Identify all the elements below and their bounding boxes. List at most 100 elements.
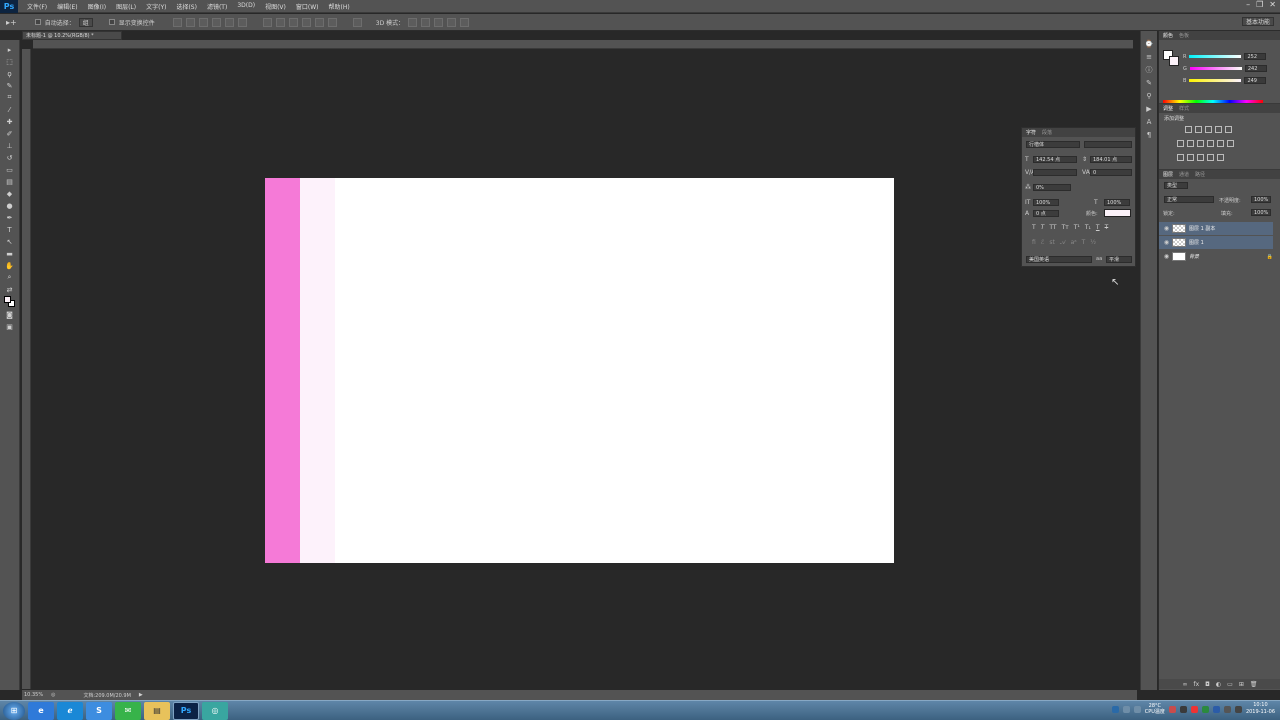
distribute-left-button[interactable] [301, 17, 311, 27]
swash-icon[interactable]: 𝒜 [1060, 239, 1066, 247]
dodge-tool-icon[interactable]: ● [4, 200, 16, 211]
leading-field[interactable]: 184.01 点 [1090, 156, 1132, 163]
explorer-app-icon[interactable]: ▤ [144, 701, 170, 720]
tray-speaker-icon[interactable] [1234, 705, 1242, 713]
background-swatch[interactable] [1169, 56, 1179, 66]
new-layer-icon[interactable]: ⊞ [1239, 681, 1244, 688]
info-icon[interactable]: ⓘ [1145, 65, 1154, 74]
scale-3d-button[interactable] [460, 17, 470, 27]
minimize-button[interactable]: – [1246, 0, 1250, 9]
menu-item[interactable]: 图像(I) [83, 2, 111, 11]
link-layers-icon[interactable]: ∞ [1183, 681, 1188, 688]
layer-row[interactable]: ◉ 背景 🔒 [1159, 250, 1273, 263]
tray-antivirus-icon[interactable] [1168, 705, 1176, 713]
eyedropper-tool-icon[interactable]: ⁄ [4, 104, 16, 115]
menu-item[interactable]: 文字(Y) [141, 2, 171, 11]
status-menu-arrow-icon[interactable]: ▶ [139, 692, 143, 698]
opacity-field[interactable]: 100% [1251, 196, 1271, 203]
levels-icon[interactable] [1195, 126, 1202, 133]
eye-icon[interactable]: ◉ [1164, 253, 1169, 260]
all-caps-icon[interactable]: TT [1049, 224, 1056, 231]
tray-alert-icon[interactable] [1190, 705, 1198, 713]
zoom-level[interactable]: 10.35% [24, 692, 43, 698]
fractions-icon[interactable]: ½ [1090, 239, 1096, 247]
horizontal-scale-field[interactable]: 100% [1104, 199, 1130, 206]
close-button[interactable]: ✕ [1269, 0, 1276, 9]
rotate-3d-button[interactable] [408, 17, 418, 27]
tray-ime-icon[interactable] [1212, 705, 1220, 713]
posterize-icon[interactable] [1187, 154, 1194, 161]
marquee-tool-icon[interactable]: ⬚ [4, 56, 16, 67]
tab-paths[interactable]: 路径 [1195, 171, 1205, 178]
foreground-color-swatch[interactable] [3, 296, 11, 303]
photoshop-app-icon[interactable]: Ps [173, 701, 199, 720]
gradient-map-icon[interactable] [1207, 154, 1214, 161]
actions-icon[interactable]: ▶ [1145, 104, 1154, 113]
align-right-button[interactable] [237, 17, 247, 27]
slide-3d-button[interactable] [447, 17, 457, 27]
selective-color-icon[interactable] [1217, 154, 1224, 161]
distribute-vcenter-button[interactable] [275, 17, 285, 27]
invert-icon[interactable] [1177, 154, 1184, 161]
roll-3d-button[interactable] [421, 17, 431, 27]
exposure-icon[interactable] [1215, 126, 1222, 133]
clone-stamp-tool-icon[interactable]: ⊥ [4, 140, 16, 151]
layer-style-icon[interactable]: fx [1194, 681, 1200, 688]
text-color-swatch[interactable] [1104, 209, 1131, 217]
menu-item[interactable]: 帮助(H) [324, 2, 355, 11]
tab-styles[interactable]: 样式 [1179, 105, 1189, 112]
baseline-shift-field[interactable]: 0 点 [1033, 210, 1059, 217]
quick-select-tool-icon[interactable]: ✎ [4, 80, 16, 91]
tray-network-icon[interactable] [1111, 705, 1119, 713]
faux-bold-icon[interactable]: T [1032, 224, 1036, 231]
ruler-top[interactable] [33, 40, 1133, 49]
tray-volume-icon[interactable] [1122, 705, 1130, 713]
move-tool-icon[interactable]: ▸ [4, 44, 16, 55]
new-adjustment-icon[interactable]: ◐ [1216, 681, 1221, 688]
show-transform-checkbox[interactable] [108, 19, 115, 25]
paragraph-icon[interactable]: ¶ [1145, 130, 1154, 139]
brush-tool-icon[interactable]: ✐ [4, 128, 16, 139]
fill-field[interactable]: 100% [1251, 209, 1271, 216]
blur-tool-icon[interactable]: ◆ [4, 188, 16, 199]
photoshop-logo[interactable]: Ps [0, 0, 18, 13]
history-brush-tool-icon[interactable]: ↺ [4, 152, 16, 163]
strikethrough-icon[interactable]: T [1105, 224, 1109, 231]
distribute-bottom-button[interactable] [288, 17, 298, 27]
properties-icon[interactable]: ≡ [1145, 52, 1154, 61]
tab-character[interactable]: 字符 [1026, 129, 1036, 136]
tray-display-icon[interactable] [1223, 705, 1231, 713]
faux-italic-icon[interactable]: T [1041, 224, 1045, 231]
ligature-icon[interactable]: fi [1032, 239, 1036, 247]
green-slider[interactable] [1189, 67, 1242, 70]
character-icon[interactable]: A [1145, 117, 1154, 126]
layer-row[interactable]: ◉ 图层 1 副本 [1159, 222, 1273, 235]
status-options-icon[interactable]: ◎ [51, 692, 55, 698]
screen-recorder-app-icon[interactable]: ◎ [202, 701, 228, 720]
eye-icon[interactable]: ◉ [1164, 225, 1169, 232]
tab-channels[interactable]: 通道 [1179, 171, 1189, 178]
antialias-dropdown[interactable]: 平滑 [1106, 256, 1132, 263]
menu-item[interactable]: 滤镜(T) [202, 2, 232, 11]
clock[interactable]: 10:10 2019-11-06 [1246, 702, 1275, 716]
pen-tool-icon[interactable]: ✒ [4, 212, 16, 223]
screen-mode-icon[interactable]: ▣ [4, 321, 16, 332]
type-tool-icon[interactable]: T [4, 224, 16, 235]
language-dropdown[interactable]: 美国英语 [1026, 256, 1092, 263]
quick-mask-icon[interactable]: ◙ [4, 309, 16, 320]
wechat-app-icon[interactable]: ✉ [115, 701, 141, 720]
small-caps-icon[interactable]: Tт [1062, 224, 1069, 231]
black-white-icon[interactable] [1197, 140, 1204, 147]
channel-mixer-icon[interactable] [1217, 140, 1224, 147]
auto-align-button[interactable] [352, 17, 362, 27]
brush-presets-icon[interactable]: ✎ [1145, 78, 1154, 87]
blue-value[interactable]: 249 [1244, 77, 1267, 84]
tab-adjustments[interactable]: 调整 [1163, 105, 1173, 112]
red-value[interactable]: 252 [1244, 53, 1267, 60]
ruler-left[interactable] [22, 49, 31, 689]
drag-3d-button[interactable] [434, 17, 444, 27]
alternate-ligature-icon[interactable]: ℰ [1041, 239, 1045, 247]
restore-button[interactable]: ❐ [1256, 0, 1263, 9]
menu-item[interactable]: 编辑(E) [52, 2, 82, 11]
tray-wechat-icon[interactable] [1201, 705, 1209, 713]
